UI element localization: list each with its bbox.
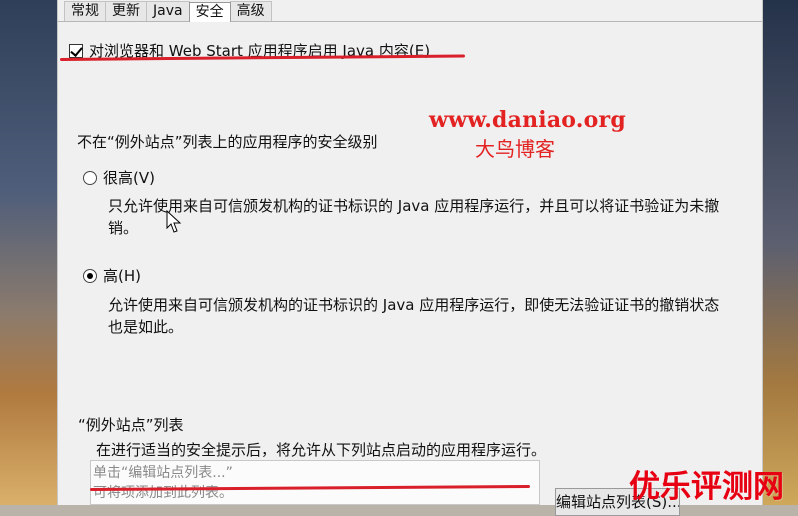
high-description: 允许使用来自可信颁发机构的证书标识的 Java 应用程序运行，即使无法验证证书的… — [108, 296, 720, 336]
security-level-high-option[interactable]: 高(H) — [83, 265, 141, 286]
exception-list-placeholder-line-1: 单击“编辑站点列表...” — [93, 465, 233, 481]
tab-security[interactable]: 安全 — [188, 2, 231, 22]
radio-unselected-icon[interactable] — [83, 170, 97, 185]
java-control-panel-dialog: 常规 更新 Java 安全 高级 对浏览器和 Web Start 应用程序启用 … — [57, 0, 763, 516]
security-tab-content: 对浏览器和 Web Start 应用程序启用 Java 内容(E) www.da… — [58, 22, 762, 516]
exception-site-list-box[interactable]: 单击“编辑站点列表...” 可将项添加到此列表。 — [90, 460, 540, 505]
exception-site-list-description: 在进行适当的安全提示后，将允许从下列站点启动的应用程序运行。 — [96, 441, 547, 459]
checked-checkbox-icon[interactable] — [69, 43, 83, 58]
security-level-section-label: 不在“例外站点”列表上的应用程序的安全级别 — [77, 133, 378, 151]
tab-general[interactable]: 常规 — [64, 1, 106, 21]
security-level-very-high-option[interactable]: 很高(V) — [83, 167, 155, 188]
high-label: 高(H) — [103, 267, 141, 285]
mouse-cursor-icon — [166, 210, 182, 233]
corner-watermark: 优乐评测网 — [629, 469, 784, 505]
watermark-url: www.daniao.org — [429, 107, 626, 133]
tab-update[interactable]: 更新 — [105, 1, 147, 21]
radio-selected-icon[interactable] — [83, 268, 97, 283]
exception-site-list-title: “例外站点”列表 — [78, 416, 184, 434]
very-high-label: 很高(V) — [103, 169, 155, 187]
tab-java[interactable]: Java — [146, 1, 190, 21]
watermark-blog-name: 大鸟博客 — [475, 137, 555, 161]
tab-bar: 常规 更新 Java 安全 高级 — [58, 0, 762, 22]
very-high-description: 只允许使用来自可信颁发机构的证书标识的 Java 应用程序运行，并且可以将证书验… — [108, 197, 720, 237]
tab-advanced[interactable]: 高级 — [229, 1, 272, 21]
